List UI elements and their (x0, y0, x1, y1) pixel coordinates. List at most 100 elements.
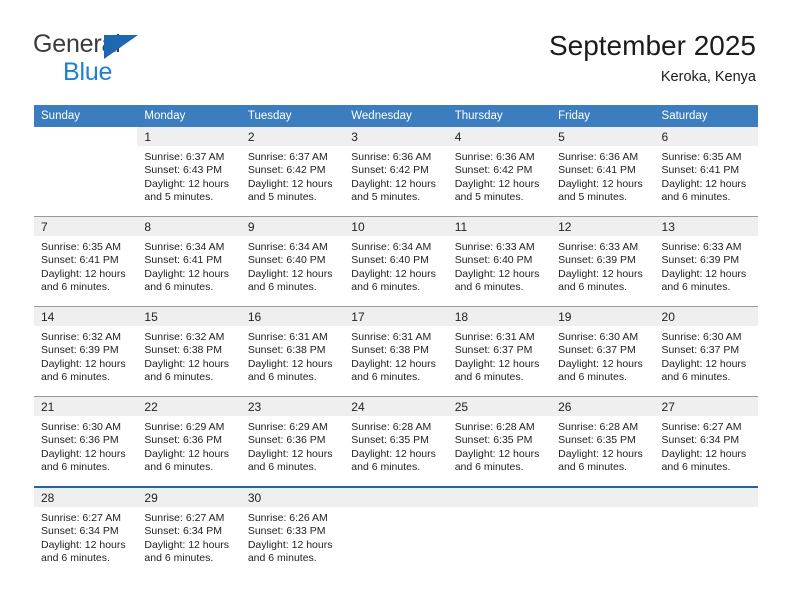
daylight-text-line1: Daylight: 12 hours (144, 357, 230, 370)
daylight-text-line1: Daylight: 12 hours (558, 447, 643, 460)
day-details: Sunrise: 6:30 AM Sunset: 6:37 PM Daylight:… (655, 326, 758, 384)
calendar-cell[interactable]: 2 Sunrise: 6:37 AM Sunset: 6:42 PM Daylight… (240, 127, 345, 217)
calendar-cell[interactable] (654, 486, 758, 577)
day-cell: 5 Sunrise: 6:36 AM Sunset: 6:41 PM Daylight… (551, 127, 655, 216)
day-number (447, 488, 552, 507)
day-cell: 7 Sunrise: 6:35 AM Sunset: 6:41 PM Daylight… (34, 217, 138, 306)
calendar-cell[interactable]: 28 Sunrise: 6:27 AM Sunset: 6:34 PM Dayligh… (34, 486, 138, 577)
sunrise-text: Sunrise: 6:37 AM (144, 151, 225, 163)
sunrise-text: Sunrise: 6:30 AM (558, 331, 639, 343)
calendar-cell[interactable]: 11 Sunrise: 6:33 AM Sunset: 6:40 PM Dayligh… (447, 216, 552, 307)
daylight-text-line2: and 6 minutes. (454, 370, 524, 383)
calendar-cell[interactable]: 13 Sunrise: 6:33 AM Sunset: 6:39 PM Dayligh… (654, 216, 758, 307)
day-cell: 11 Sunrise: 6:33 AM Sunset: 6:40 PM Dayligh… (447, 217, 552, 306)
daylight-text-line1: Daylight: 12 hours (661, 177, 747, 190)
calendar-week-row: 1 Sunrise: 6:37 AM Sunset: 6:43 PM Daylight… (34, 127, 758, 217)
calendar-cell[interactable]: 27 Sunrise: 6:27 AM Sunset: 6:34 PM Dayligh… (654, 396, 758, 487)
day-number: 21 (34, 397, 138, 416)
day-number: 15 (137, 307, 241, 326)
daylight-text-line1: Daylight: 12 hours (661, 447, 747, 460)
sunrise-text: Sunrise: 6:31 AM (454, 331, 535, 343)
day-number: 8 (137, 217, 241, 236)
day-number (551, 488, 655, 507)
calendar-cell[interactable] (447, 486, 552, 577)
calendar-cell[interactable]: 21 Sunrise: 6:30 AM Sunset: 6:36 PM Dayligh… (34, 396, 138, 487)
day-cell: 25 Sunrise: 6:28 AM Sunset: 6:35 PM Dayligh… (447, 397, 552, 486)
calendar-cell[interactable]: 14 Sunrise: 6:32 AM Sunset: 6:39 PM Dayligh… (34, 306, 138, 397)
calendar-cell[interactable]: 25 Sunrise: 6:28 AM Sunset: 6:35 PM Dayligh… (447, 396, 552, 487)
calendar-cell[interactable]: 22 Sunrise: 6:29 AM Sunset: 6:36 PM Dayligh… (137, 396, 241, 487)
daylight-text-line2: and 6 minutes. (247, 370, 317, 383)
calendar-cell[interactable] (551, 486, 655, 577)
day-cell: 16 Sunrise: 6:31 AM Sunset: 6:38 PM Dayligh… (240, 307, 345, 396)
day-cell: 8 Sunrise: 6:34 AM Sunset: 6:41 PM Daylight… (137, 217, 241, 306)
day-cell: 1 Sunrise: 6:37 AM Sunset: 6:43 PM Daylight… (137, 127, 241, 216)
daylight-text-line2: and 6 minutes. (144, 280, 214, 293)
daylight-text-line2: and 6 minutes. (661, 280, 731, 293)
day-number: 10 (344, 217, 448, 236)
day-details: Sunrise: 6:28 AM Sunset: 6:35 PM Daylight:… (448, 416, 551, 474)
calendar-cell[interactable]: 10 Sunrise: 6:34 AM Sunset: 6:40 PM Dayligh… (344, 216, 448, 307)
daylight-text-line2: and 6 minutes. (661, 370, 731, 383)
calendar-cell[interactable]: 9 Sunrise: 6:34 AM Sunset: 6:40 PM Daylight… (240, 216, 345, 307)
calendar-cell[interactable]: 20 Sunrise: 6:30 AM Sunset: 6:37 PM Dayligh… (654, 306, 758, 397)
calendar-cell[interactable]: 23 Sunrise: 6:29 AM Sunset: 6:36 PM Dayligh… (240, 396, 345, 487)
day-number: 30 (240, 488, 345, 507)
day-details: Sunrise: 6:35 AM Sunset: 6:41 PM Daylight:… (655, 146, 758, 204)
calendar-cell[interactable]: 12 Sunrise: 6:33 AM Sunset: 6:39 PM Dayligh… (551, 216, 655, 307)
calendar-cell[interactable]: 24 Sunrise: 6:28 AM Sunset: 6:35 PM Dayligh… (344, 396, 448, 487)
day-number: 9 (240, 217, 345, 236)
daylight-text-line2: and 6 minutes. (558, 370, 627, 383)
daylight-text-line1: Daylight: 12 hours (351, 267, 436, 280)
day-details: Sunrise: 6:27 AM Sunset: 6:34 PM Daylight:… (655, 416, 758, 474)
calendar-cell[interactable]: 26 Sunrise: 6:28 AM Sunset: 6:35 PM Dayligh… (551, 396, 655, 487)
calendar-cell[interactable]: 19 Sunrise: 6:30 AM Sunset: 6:37 PM Dayligh… (551, 306, 655, 397)
calendar-cell[interactable]: 18 Sunrise: 6:31 AM Sunset: 6:37 PM Dayligh… (447, 306, 552, 397)
calendar-cell[interactable]: 17 Sunrise: 6:31 AM Sunset: 6:38 PM Dayligh… (344, 306, 448, 397)
calendar-cell[interactable]: 7 Sunrise: 6:35 AM Sunset: 6:41 PM Daylight… (34, 216, 138, 307)
calendar-cell[interactable]: 5 Sunrise: 6:36 AM Sunset: 6:41 PM Daylight… (551, 127, 655, 217)
calendar-cell[interactable]: 30 Sunrise: 6:26 AM Sunset: 6:33 PM Dayligh… (240, 486, 345, 577)
calendar-cell[interactable] (34, 127, 138, 217)
day-cell: 12 Sunrise: 6:33 AM Sunset: 6:39 PM Dayligh… (551, 217, 655, 306)
daylight-text-line2: and 5 minutes. (351, 190, 421, 203)
daylight-text-line2: and 6 minutes. (247, 551, 317, 564)
day-number: 4 (447, 127, 552, 146)
daylight-text-line1: Daylight: 12 hours (454, 357, 540, 370)
daylight-text-line1: Daylight: 12 hours (351, 447, 436, 460)
calendar-cell[interactable]: 15 Sunrise: 6:32 AM Sunset: 6:38 PM Dayligh… (137, 306, 241, 397)
day-number: 29 (137, 488, 241, 507)
day-details: Sunrise: 6:28 AM Sunset: 6:35 PM Daylight:… (551, 416, 654, 474)
calendar-cell[interactable]: 1 Sunrise: 6:37 AM Sunset: 6:43 PM Daylight… (137, 127, 241, 217)
sunset-text: Sunset: 6:41 PM (558, 164, 636, 177)
calendar-cell[interactable]: 6 Sunrise: 6:35 AM Sunset: 6:41 PM Daylight… (654, 127, 758, 217)
day-details: Sunrise: 6:31 AM Sunset: 6:38 PM Daylight:… (241, 326, 344, 384)
sunrise-text: Sunrise: 6:36 AM (558, 151, 639, 163)
daylight-text-line1: Daylight: 12 hours (144, 267, 230, 280)
day-details: Sunrise: 6:26 AM Sunset: 6:33 PM Daylight:… (241, 507, 344, 565)
calendar-cell[interactable]: 4 Sunrise: 6:36 AM Sunset: 6:42 PM Daylight… (447, 127, 552, 217)
daylight-text-line1: Daylight: 12 hours (454, 267, 540, 280)
daylight-text-line1: Daylight: 12 hours (144, 538, 230, 551)
daylight-text-line1: Daylight: 12 hours (41, 538, 126, 551)
calendar-cell[interactable]: 3 Sunrise: 6:36 AM Sunset: 6:42 PM Daylight… (344, 127, 448, 217)
sunrise-text: Sunrise: 6:29 AM (144, 421, 225, 433)
sunrise-text: Sunrise: 6:31 AM (247, 331, 328, 343)
sunset-text: Sunset: 6:37 PM (454, 344, 533, 357)
daylight-text-line2: and 6 minutes. (41, 370, 110, 383)
calendar-cell[interactable]: 16 Sunrise: 6:31 AM Sunset: 6:38 PM Dayligh… (240, 306, 345, 397)
page-header: General Blue September 2025 Keroka, Keny… (0, 0, 792, 100)
day-number: 12 (551, 217, 655, 236)
daylight-text-line2: and 6 minutes. (454, 280, 524, 293)
sunrise-text: Sunrise: 6:28 AM (558, 421, 639, 433)
weekday-header-thursday: Thursday (447, 105, 552, 127)
day-number: 6 (654, 127, 758, 146)
calendar-cell[interactable]: 29 Sunrise: 6:27 AM Sunset: 6:34 PM Dayligh… (137, 486, 241, 577)
calendar-week-row: 7 Sunrise: 6:35 AM Sunset: 6:41 PM Daylight… (34, 216, 758, 307)
brand-logo[interactable]: General Blue (33, 32, 213, 86)
sunrise-text: Sunrise: 6:32 AM (144, 331, 225, 343)
daylight-text-line2: and 6 minutes. (558, 280, 627, 293)
calendar-cell[interactable]: 8 Sunrise: 6:34 AM Sunset: 6:41 PM Daylight… (137, 216, 241, 307)
sunset-text: Sunset: 6:42 PM (351, 164, 429, 177)
calendar-cell[interactable] (344, 486, 448, 577)
